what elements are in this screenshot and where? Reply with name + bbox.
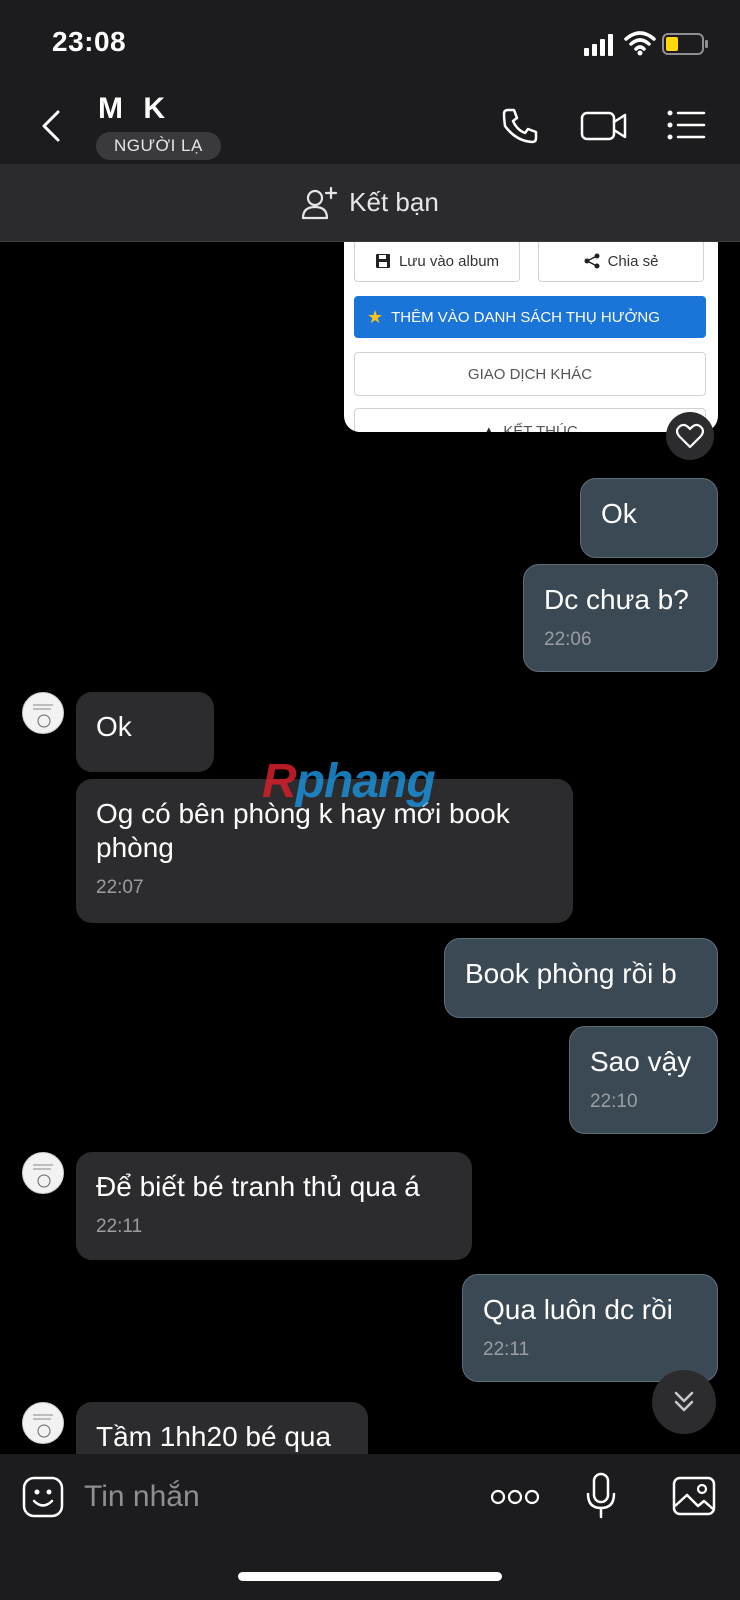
image-other-transaction-button: GIAO DỊCH KHÁC bbox=[354, 352, 706, 396]
save-icon bbox=[375, 254, 390, 268]
message-text: Để biết bé tranh thủ qua á bbox=[96, 1171, 420, 1202]
message-bubble-outgoing[interactable]: Book phòng rồi b bbox=[444, 938, 718, 1018]
image-beneficiary-label: THÊM VÀO DANH SÁCH THỤ HƯỞNG bbox=[391, 308, 660, 326]
battery-icon bbox=[662, 33, 708, 55]
wifi-icon bbox=[624, 31, 656, 56]
contact-avatar[interactable] bbox=[22, 1402, 64, 1444]
scroll-to-bottom-button[interactable] bbox=[652, 1370, 716, 1434]
gallery-icon[interactable] bbox=[672, 1476, 716, 1516]
watermark-logo: Rphang bbox=[262, 755, 436, 808]
message-bubble-outgoing[interactable]: Ok bbox=[580, 478, 718, 558]
stranger-badge: NGƯỜI LẠ bbox=[96, 132, 221, 160]
signal-icon bbox=[584, 34, 613, 56]
chat-header: M K NGƯỜI LẠ bbox=[0, 88, 740, 164]
share-icon bbox=[584, 253, 600, 269]
add-friend-label: Kết bạn bbox=[349, 187, 439, 217]
message-text: Qua luôn dc rồi bbox=[483, 1294, 673, 1325]
message-text: Sao vậy bbox=[590, 1046, 692, 1077]
message-text: Tầm 1hh20 bé qua bbox=[96, 1421, 332, 1452]
contact-avatar[interactable] bbox=[22, 1152, 64, 1194]
message-time: 22:10 bbox=[590, 1091, 638, 1112]
message-list[interactable]: Lưu vào album Chia sẻ ★ THÊM VÀO DANH SÁ… bbox=[0, 242, 740, 1454]
image-share-button: Chia sẻ bbox=[538, 242, 704, 282]
status-bar: 23:08 bbox=[0, 0, 740, 88]
heart-icon bbox=[676, 423, 704, 449]
image-end-label: KẾT THÚC bbox=[503, 423, 578, 432]
image-other-label: GIAO DỊCH KHÁC bbox=[467, 365, 593, 383]
house-icon: ▲ bbox=[482, 423, 496, 432]
message-bubble-incoming[interactable]: Tầm 1hh20 bé qua bbox=[76, 1402, 368, 1454]
sticker-icon[interactable] bbox=[22, 1476, 64, 1518]
message-text: Dc chưa b? bbox=[544, 584, 689, 615]
message-time: 22:11 bbox=[96, 1216, 143, 1237]
image-end-button: ▲ KẾT THÚC bbox=[354, 408, 706, 432]
image-save-button: Lưu vào album bbox=[354, 242, 520, 282]
add-user-icon bbox=[302, 186, 338, 219]
menu-icon[interactable] bbox=[666, 108, 706, 142]
phone-icon[interactable] bbox=[500, 106, 540, 146]
message-text: Ok bbox=[96, 711, 132, 742]
add-friend-button[interactable]: Kết bạn bbox=[0, 164, 740, 242]
message-text: Ok bbox=[601, 498, 637, 529]
avatar-sketch-icon bbox=[33, 1164, 53, 1188]
message-text: Book phòng rồi b bbox=[465, 958, 677, 989]
composer-bar bbox=[0, 1454, 740, 1600]
avatar-sketch-icon bbox=[33, 704, 53, 728]
message-bubble-incoming[interactable]: Ok bbox=[76, 692, 214, 772]
message-input[interactable] bbox=[84, 1472, 464, 1522]
video-call-icon[interactable] bbox=[580, 108, 628, 144]
image-share-label: Chia sẻ bbox=[607, 252, 659, 270]
message-time: 22:07 bbox=[96, 877, 144, 898]
react-heart-button[interactable] bbox=[666, 412, 714, 460]
message-bubble-incoming[interactable]: Để biết bé tranh thủ qua á 22:11 bbox=[76, 1152, 472, 1260]
star-icon: ★ bbox=[367, 306, 384, 327]
back-icon[interactable] bbox=[36, 106, 68, 146]
message-time: 22:06 bbox=[544, 629, 592, 650]
image-save-label: Lưu vào album bbox=[398, 252, 500, 270]
microphone-icon[interactable] bbox=[584, 1472, 618, 1520]
message-bubble-outgoing[interactable]: Sao vậy 22:10 bbox=[569, 1026, 718, 1134]
image-beneficiary-button: ★ THÊM VÀO DANH SÁCH THỤ HƯỞNG bbox=[354, 296, 706, 338]
image-message[interactable]: Lưu vào album Chia sẻ ★ THÊM VÀO DANH SÁ… bbox=[344, 242, 718, 432]
more-options-icon[interactable] bbox=[490, 1488, 540, 1506]
avatar-sketch-icon bbox=[33, 1414, 53, 1438]
contact-avatar[interactable] bbox=[22, 692, 64, 734]
contact-name[interactable]: M K bbox=[98, 92, 171, 126]
home-indicator bbox=[238, 1572, 502, 1581]
message-bubble-outgoing[interactable]: Qua luôn dc rồi 22:11 bbox=[462, 1274, 718, 1382]
double-chevron-down-icon bbox=[674, 1391, 694, 1412]
message-bubble-outgoing[interactable]: Dc chưa b? 22:06 bbox=[523, 564, 718, 672]
message-time: 22:11 bbox=[483, 1339, 530, 1360]
status-time: 23:08 bbox=[52, 26, 127, 57]
